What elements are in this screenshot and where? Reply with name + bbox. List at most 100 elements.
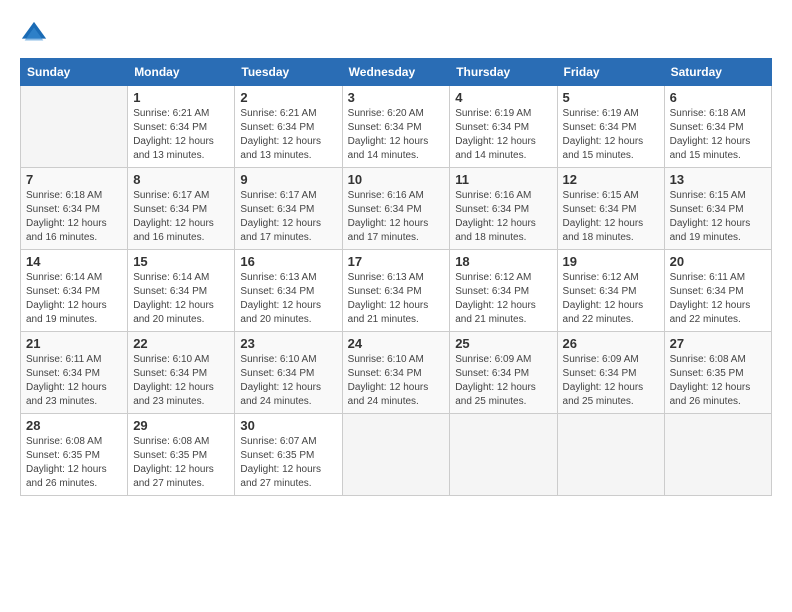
day-info: Sunrise: 6:18 AMSunset: 6:34 PMDaylight:… [26, 189, 122, 245]
calendar-cell [21, 86, 128, 168]
day-of-week-header: Wednesday [342, 59, 450, 86]
day-info: Sunrise: 6:17 AMSunset: 6:34 PMDaylight:… [240, 189, 336, 245]
day-info: Sunrise: 6:16 AMSunset: 6:34 PMDaylight:… [455, 189, 551, 245]
calendar-cell [557, 414, 664, 496]
day-info: Sunrise: 6:13 AMSunset: 6:34 PMDaylight:… [348, 271, 445, 327]
day-number: 11 [455, 172, 551, 187]
day-number: 28 [26, 418, 122, 433]
day-number: 19 [563, 254, 659, 269]
calendar-cell: 24Sunrise: 6:10 AMSunset: 6:34 PMDayligh… [342, 332, 450, 414]
calendar-cell: 23 Sunrise: 6:10 AMSunset: 6:34 PMDayligh… [235, 332, 342, 414]
day-info: Sunrise: 6:10 AMSunset: 6:34 PMDaylight:… [240, 353, 336, 409]
day-info: Sunrise: 6:21 AMSunset: 6:34 PMDaylight:… [133, 107, 229, 163]
day-info: Sunrise: 6:09 AMSunset: 6:34 PMDaylight:… [455, 353, 551, 409]
calendar-cell: 25 Sunrise: 6:09 AMSunset: 6:34 PMDayligh… [450, 332, 557, 414]
day-number: 7 [26, 172, 122, 187]
day-number: 9 [240, 172, 336, 187]
calendar-week-row: 28 Sunrise: 6:08 AMSunset: 6:35 PMDayligh… [21, 414, 772, 496]
calendar-cell: 4 Sunrise: 6:19 AMSunset: 6:34 PMDaylight… [450, 86, 557, 168]
day-info: Sunrise: 6:19 AMSunset: 6:34 PMDaylight:… [563, 107, 659, 163]
day-info: Sunrise: 6:08 AMSunset: 6:35 PMDaylight:… [670, 353, 766, 409]
day-number: 10 [348, 172, 445, 187]
day-number: 20 [670, 254, 766, 269]
day-info: Sunrise: 6:21 AMSunset: 6:34 PMDaylight:… [240, 107, 336, 163]
day-info: Sunrise: 6:19 AMSunset: 6:34 PMDaylight:… [455, 107, 551, 163]
calendar-cell: 13Sunrise: 6:15 AMSunset: 6:34 PMDayligh… [664, 168, 771, 250]
day-info: Sunrise: 6:17 AMSunset: 6:34 PMDaylight:… [133, 189, 229, 245]
day-info: Sunrise: 6:14 AMSunset: 6:34 PMDaylight:… [26, 271, 122, 327]
day-number: 1 [133, 90, 229, 105]
day-info: Sunrise: 6:20 AMSunset: 6:34 PMDaylight:… [348, 107, 445, 163]
day-info: Sunrise: 6:07 AMSunset: 6:35 PMDaylight:… [240, 435, 336, 491]
calendar-cell: 29 Sunrise: 6:08 AMSunset: 6:35 PMDayligh… [128, 414, 235, 496]
calendar-cell: 11 Sunrise: 6:16 AMSunset: 6:34 PMDayligh… [450, 168, 557, 250]
calendar-cell: 5 Sunrise: 6:19 AMSunset: 6:34 PMDaylight… [557, 86, 664, 168]
day-number: 17 [348, 254, 445, 269]
day-number: 26 [563, 336, 659, 351]
day-info: Sunrise: 6:12 AMSunset: 6:34 PMDaylight:… [563, 271, 659, 327]
day-of-week-header: Sunday [21, 59, 128, 86]
calendar-cell: 19 Sunrise: 6:12 AMSunset: 6:34 PMDayligh… [557, 250, 664, 332]
calendar-header-row: SundayMondayTuesdayWednesdayThursdayFrid… [21, 59, 772, 86]
day-info: Sunrise: 6:09 AMSunset: 6:34 PMDaylight:… [563, 353, 659, 409]
calendar-cell: 7 Sunrise: 6:18 AMSunset: 6:34 PMDaylight… [21, 168, 128, 250]
calendar-cell: 12 Sunrise: 6:15 AMSunset: 6:34 PMDayligh… [557, 168, 664, 250]
day-number: 15 [133, 254, 229, 269]
calendar-cell: 18 Sunrise: 6:12 AMSunset: 6:34 PMDayligh… [450, 250, 557, 332]
day-number: 18 [455, 254, 551, 269]
day-number: 8 [133, 172, 229, 187]
day-number: 29 [133, 418, 229, 433]
day-info: Sunrise: 6:12 AMSunset: 6:34 PMDaylight:… [455, 271, 551, 327]
day-number: 14 [26, 254, 122, 269]
day-info: Sunrise: 6:10 AMSunset: 6:34 PMDaylight:… [133, 353, 229, 409]
day-number: 4 [455, 90, 551, 105]
calendar-cell: 21 Sunrise: 6:11 AMSunset: 6:34 PMDayligh… [21, 332, 128, 414]
day-number: 30 [240, 418, 336, 433]
calendar-cell: 9 Sunrise: 6:17 AMSunset: 6:34 PMDaylight… [235, 168, 342, 250]
calendar-cell: 30 Sunrise: 6:07 AMSunset: 6:35 PMDayligh… [235, 414, 342, 496]
logo-icon [20, 20, 48, 48]
calendar-cell: 1 Sunrise: 6:21 AMSunset: 6:34 PMDaylight… [128, 86, 235, 168]
calendar-week-row: 14 Sunrise: 6:14 AMSunset: 6:34 PMDayligh… [21, 250, 772, 332]
day-number: 13 [670, 172, 766, 187]
calendar-cell: 3Sunrise: 6:20 AMSunset: 6:34 PMDaylight… [342, 86, 450, 168]
day-number: 22 [133, 336, 229, 351]
day-info: Sunrise: 6:08 AMSunset: 6:35 PMDaylight:… [133, 435, 229, 491]
calendar-cell: 22 Sunrise: 6:10 AMSunset: 6:34 PMDayligh… [128, 332, 235, 414]
day-info: Sunrise: 6:15 AMSunset: 6:34 PMDaylight:… [563, 189, 659, 245]
header [20, 20, 772, 48]
calendar-cell [450, 414, 557, 496]
day-number: 21 [26, 336, 122, 351]
day-of-week-header: Saturday [664, 59, 771, 86]
day-number: 6 [670, 90, 766, 105]
day-info: Sunrise: 6:11 AMSunset: 6:34 PMDaylight:… [670, 271, 766, 327]
day-number: 27 [670, 336, 766, 351]
day-info: Sunrise: 6:18 AMSunset: 6:34 PMDaylight:… [670, 107, 766, 163]
day-number: 12 [563, 172, 659, 187]
logo [20, 20, 52, 48]
day-number: 23 [240, 336, 336, 351]
calendar-cell: 10Sunrise: 6:16 AMSunset: 6:34 PMDayligh… [342, 168, 450, 250]
calendar-cell: 26 Sunrise: 6:09 AMSunset: 6:34 PMDayligh… [557, 332, 664, 414]
calendar-cell [342, 414, 450, 496]
day-number: 16 [240, 254, 336, 269]
calendar-week-row: 21 Sunrise: 6:11 AMSunset: 6:34 PMDayligh… [21, 332, 772, 414]
calendar-cell: 27 Sunrise: 6:08 AMSunset: 6:35 PMDayligh… [664, 332, 771, 414]
calendar-cell: 8 Sunrise: 6:17 AMSunset: 6:34 PMDaylight… [128, 168, 235, 250]
calendar-cell: 6 Sunrise: 6:18 AMSunset: 6:34 PMDaylight… [664, 86, 771, 168]
calendar-cell: 28 Sunrise: 6:08 AMSunset: 6:35 PMDayligh… [21, 414, 128, 496]
calendar-table: SundayMondayTuesdayWednesdayThursdayFrid… [20, 58, 772, 496]
calendar-week-row: 1 Sunrise: 6:21 AMSunset: 6:34 PMDaylight… [21, 86, 772, 168]
calendar-cell: 14 Sunrise: 6:14 AMSunset: 6:34 PMDayligh… [21, 250, 128, 332]
day-info: Sunrise: 6:13 AMSunset: 6:34 PMDaylight:… [240, 271, 336, 327]
day-info: Sunrise: 6:14 AMSunset: 6:34 PMDaylight:… [133, 271, 229, 327]
day-of-week-header: Tuesday [235, 59, 342, 86]
calendar-cell: 2Sunrise: 6:21 AMSunset: 6:34 PMDaylight… [235, 86, 342, 168]
day-info: Sunrise: 6:08 AMSunset: 6:35 PMDaylight:… [26, 435, 122, 491]
calendar-week-row: 7 Sunrise: 6:18 AMSunset: 6:34 PMDaylight… [21, 168, 772, 250]
day-number: 5 [563, 90, 659, 105]
day-info: Sunrise: 6:11 AMSunset: 6:34 PMDaylight:… [26, 353, 122, 409]
day-number: 25 [455, 336, 551, 351]
calendar-cell: 16 Sunrise: 6:13 AMSunset: 6:34 PMDayligh… [235, 250, 342, 332]
day-number: 24 [348, 336, 445, 351]
